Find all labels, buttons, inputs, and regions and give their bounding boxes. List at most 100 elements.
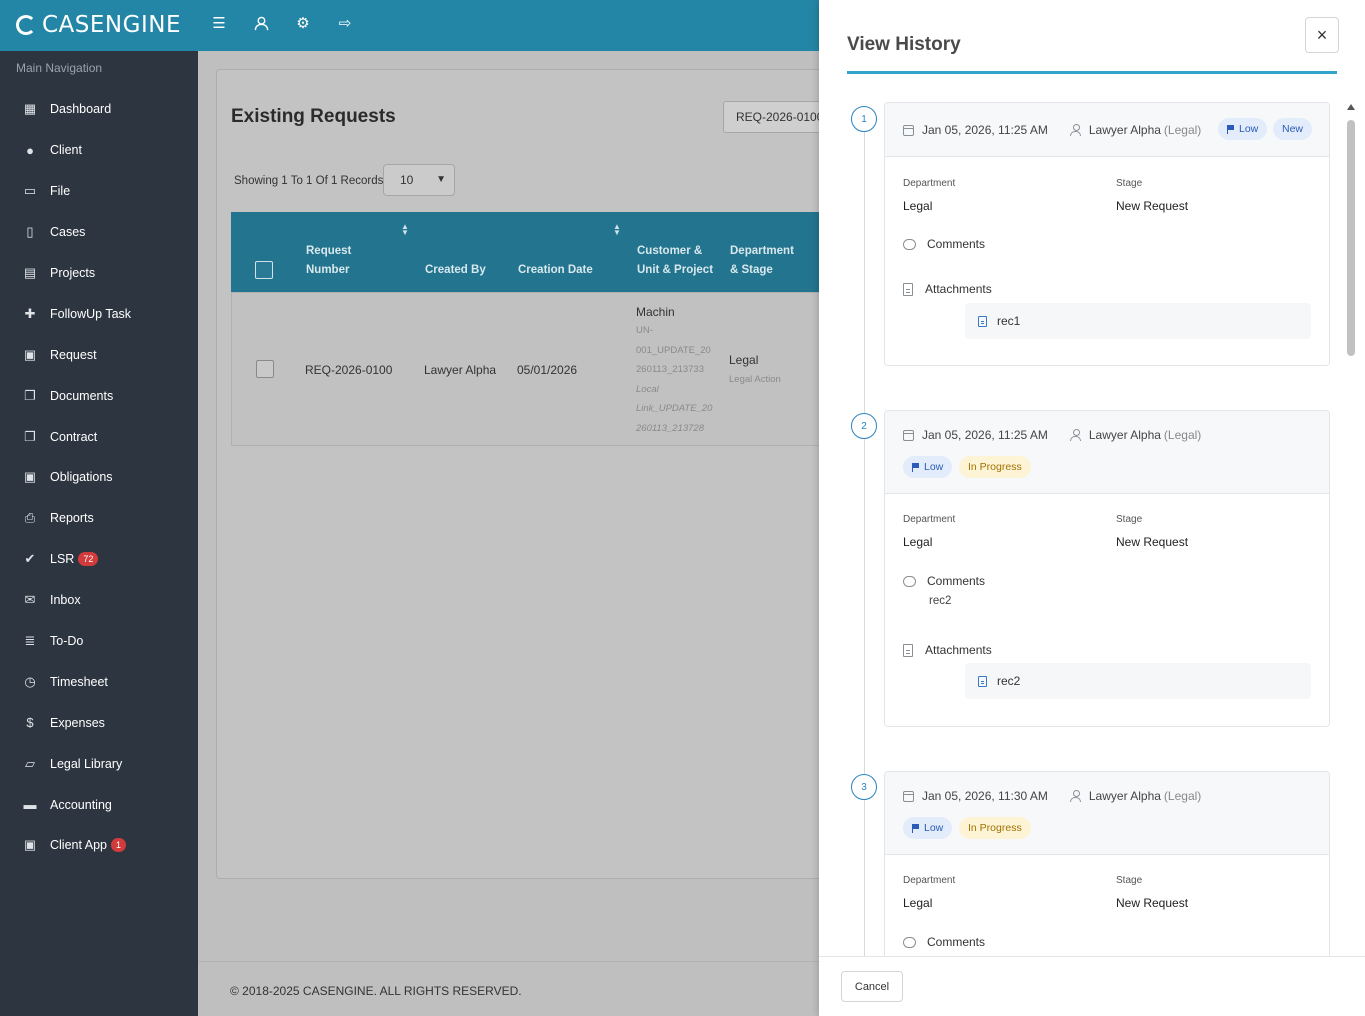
sidebar-item-client[interactable]: ● Client [0,130,198,171]
stage-label: Stage [1116,178,1143,189]
panel-scrollbar[interactable] [1346,104,1356,956]
scroll-up-icon[interactable] [1347,104,1355,110]
column-customer-unit-project[interactable]: Customer & Unit & Project [637,242,713,280]
column-request-number[interactable]: Request Number [306,242,351,280]
sidebar-item-label: File [50,184,71,199]
history-entry: Jan 05, 2026, 11:30 AM Lawyer Alpha (Leg… [884,771,1330,956]
user-icon [1069,429,1081,441]
comment-icon [903,575,916,587]
entry-datetime: Jan 05, 2026, 11:30 AM [922,789,1048,803]
cancel-button[interactable]: Cancel [841,971,903,1002]
comments-section: Comments [903,935,985,949]
cell-request-number[interactable]: REQ-2026-0100 [305,363,392,377]
sidebar-item-inbox[interactable]: ✉ Inbox [0,580,198,621]
sidebar-item-projects[interactable]: ▤ Projects [0,253,198,294]
history-entry: Jan 05, 2026, 11:25 AM Lawyer Alpha (Leg… [884,102,1330,366]
sidebar-item-request[interactable]: ▣ Request [0,334,198,375]
entry-datetime: Jan 05, 2026, 11:25 AM [922,123,1048,137]
sidebar-item-label: Request [50,347,97,362]
sidebar-item-label: FollowUp Task [50,306,132,321]
entry-header: Jan 05, 2026, 11:30 AM Lawyer Alpha (Leg… [885,772,1329,855]
sidebar-item-documents[interactable]: ❐ Documents [0,375,198,416]
flag-icon [912,823,919,833]
cell-creation-date: 05/01/2026 [517,363,578,377]
book-icon: ▱ [25,755,35,771]
sidebar-item-label: Inbox [50,593,81,608]
calendar-icon [903,124,914,136]
sidebar-item-contract[interactable]: ❐ Contract [0,416,198,457]
sidebar-item-accounting[interactable]: ▬ Accounting [0,784,198,825]
attachment-item[interactable]: rec2 [965,663,1311,699]
settings-icon[interactable]: ⚙ [294,14,312,32]
sort-icon[interactable]: ▲ ▼ [613,223,621,237]
sidebar-item-to-do[interactable]: ≣ To-Do [0,621,198,662]
entry-header: Jan 05, 2026, 11:25 AM Lawyer Alpha (Leg… [885,411,1329,494]
comment-icon [903,936,916,948]
sidebar-item-expenses[interactable]: $ Expenses [0,702,198,743]
close-button[interactable]: × [1305,17,1339,53]
sidebar-item-lsr[interactable]: ✔ LSR 72 [0,539,198,580]
department-value: Legal [903,199,933,213]
logo-mark-icon [16,15,36,35]
dollar-icon: $ [26,715,34,731]
table-header: ▲ ▼ ▲ ▼ Request Number Created By Creation … [231,212,857,292]
comment-text: rec2 [929,595,952,607]
sidebar-item-label: Cases [50,225,86,240]
flag-icon [912,462,919,472]
department-label: Department [903,178,956,189]
history-scroll-area[interactable]: 1 Jan 05, 2026, 11:25 AM Lawyer Alpha (L… [819,90,1365,956]
logout-icon[interactable]: ⇨ [336,14,354,32]
sidebar-item-label: LSR [50,552,75,567]
attachments-section: Attachments [903,643,992,657]
sidebar-item-label: Client [50,143,82,158]
priority-badge: Low [903,456,953,478]
id-card-icon: ▣ [23,837,37,853]
print-icon: ⎙ [24,510,36,526]
entry-user-role: (Legal) [1163,428,1202,442]
select-all-checkbox[interactable] [255,261,273,279]
calendar-icon: ▣ [23,346,37,362]
sidebar: Main Navigation ▦ Dashboard ● Client ▭ File… [0,51,198,1016]
sidebar-item-cases[interactable]: ▯ Cases [0,212,198,253]
column-creation-date[interactable]: Creation Date [518,261,593,280]
sidebar-item-obligations[interactable]: ▣ Obligations [0,457,198,498]
priority-badge: Low [903,817,953,839]
scrollbar-thumb[interactable] [1347,120,1355,356]
sort-icon[interactable]: ▲ ▼ [401,223,409,237]
sidebar-item-label: Obligations [50,470,113,485]
page-size-select[interactable]: 10 ▼ [383,164,455,196]
row-checkbox[interactable] [256,360,274,378]
priority-badge: Low [1218,118,1268,140]
sidebar-item-client-app[interactable]: ▣ Client App 1 [0,825,198,866]
cell-created-by: Lawyer Alpha [424,363,497,377]
file-icon: ▯ [26,224,34,240]
column-created-by[interactable]: Created By [425,261,486,280]
envelope-icon: ✉ [24,592,36,608]
calendar-icon [903,790,914,802]
sidebar-item-timesheet[interactable]: ◷ Timesheet [0,661,198,702]
records-count-text: Showing 1 To 1 Of 1 Records [234,175,384,187]
sidebar-item-legal-library[interactable]: ▱ Legal Library [0,743,198,784]
sidebar-item-dashboard[interactable]: ▦ Dashboard [0,89,198,130]
projects-icon: ▤ [23,265,37,280]
menu-icon[interactable]: ☰ [210,14,228,32]
sidebar-item-file[interactable]: ▭ File [0,171,198,212]
documents-icon: ❐ [24,387,36,403]
table-row[interactable]: REQ-2026-0100 Lawyer Alpha 05/01/2026 Ma… [231,292,857,446]
folder-icon: ▭ [23,183,37,199]
top-toolbar: ☰ ⚙ ⇨ [210,14,354,32]
attachment-item[interactable]: rec1 [965,303,1311,339]
view-history-panel: View History × 1 Jan 05, 2026, 11:25 AM … [819,0,1365,1016]
client-app-count-badge: 1 [110,838,126,853]
sidebar-item-reports[interactable]: ⎙ Reports [0,498,198,539]
user-icon[interactable] [252,14,270,32]
app-logo[interactable]: CASENGINE [16,12,181,38]
panel-footer: Cancel [819,956,1365,1016]
sidebar-item-followup-task[interactable]: ✚ FollowUp Task [0,293,198,334]
column-department-stage[interactable]: Department & Stage [730,242,794,280]
stage-label: Stage [1116,875,1143,886]
lsr-count-badge: 72 [78,552,99,567]
timeline-line [864,130,865,956]
entry-user: Lawyer Alpha [1088,123,1161,137]
stage-value: New Request [1116,535,1189,549]
